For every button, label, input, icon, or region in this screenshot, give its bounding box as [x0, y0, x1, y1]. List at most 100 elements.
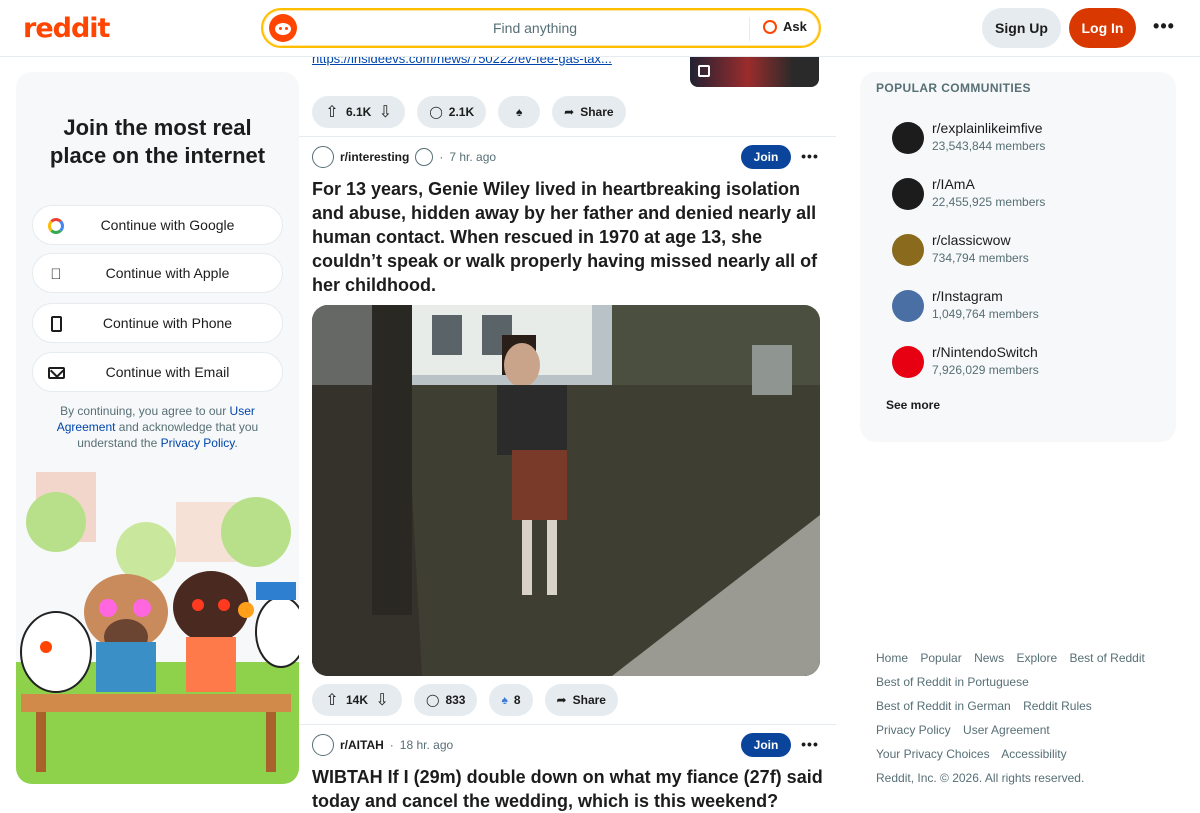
community-members: 734,794 members [932, 251, 1029, 265]
footer-link[interactable]: Best of Reddit in German [876, 699, 1011, 713]
downvote-icon[interactable]: ⇩ [374, 690, 390, 710]
sign-up-button[interactable]: Sign Up [982, 8, 1061, 48]
footer-link[interactable]: Home [876, 651, 908, 665]
upvote-icon[interactable]: ⇧ [324, 102, 340, 122]
award-button[interactable]: ♠ [498, 96, 541, 128]
continue-email-button[interactable]: Continue with Email [32, 352, 283, 392]
footer-link[interactable]: News [974, 651, 1004, 665]
reddit-logo[interactable]: reddit [23, 13, 110, 44]
post-title[interactable]: WIBTAH If I (29m) double down on what my… [312, 765, 824, 813]
footer-link[interactable]: User Agreement [963, 723, 1050, 737]
snoo-characters-illustration [16, 462, 299, 784]
community-members: 7,926,029 members [932, 363, 1039, 377]
upvote-icon[interactable]: ⇧ [324, 690, 340, 710]
comments-button[interactable]: ◯ 833 [414, 684, 478, 716]
email-icon [47, 364, 65, 382]
downvote-icon[interactable]: ⇩ [377, 102, 393, 122]
comment-icon: ◯ [426, 693, 440, 707]
auth-title: Join the most real place on the internet [49, 115, 266, 168]
community-item[interactable]: r/explainlikeimfive 23,543,844 members [892, 120, 1162, 156]
post-meta: r/interesting · 7 hr. ago [312, 145, 496, 169]
footer-link[interactable]: Popular [920, 651, 961, 665]
vote-control: ⇧ 14K ⇩ [312, 684, 403, 716]
phone-icon [47, 315, 65, 333]
subreddit-icon[interactable] [312, 146, 334, 168]
post-actions: ⇧ 6.1K ⇩ ◯ 2.1K ♠ ➦ Share [312, 96, 626, 128]
subreddit-name[interactable]: r/interesting [340, 150, 409, 164]
legal-suffix: . [234, 436, 238, 450]
community-members: 1,049,764 members [932, 307, 1039, 321]
apple-icon:  [47, 265, 65, 283]
top-header: reddit Find anything Ask Sign Up Log In … [0, 0, 1200, 57]
community-item[interactable]: r/NintendoSwitch 7,926,029 members [892, 344, 1162, 380]
community-item[interactable]: r/classicwow 734,794 members [892, 232, 1162, 268]
privacy-policy-link[interactable]: Privacy Policy [161, 436, 235, 450]
community-name: r/explainlikeimfive [932, 120, 1043, 136]
previous-post-thumbnail[interactable] [690, 57, 819, 87]
post-age: 18 hr. ago [399, 738, 454, 752]
comment-count: 2.1K [448, 105, 475, 119]
community-avatar [892, 178, 924, 210]
subreddit-icon[interactable] [312, 734, 334, 756]
community-name: r/classicwow [932, 232, 1011, 248]
footer-link[interactable]: Accessibility [1001, 747, 1066, 761]
footer-links: Home Popular News Explore Best of Reddit… [876, 646, 1176, 790]
share-button[interactable]: ➦ Share [544, 684, 618, 716]
footer-link[interactable]: Reddit Rules [1023, 699, 1092, 713]
post-actions: ⇧ 14K ⇩ ◯ 833 ♠ 8 ➦ Share [312, 684, 618, 716]
comment-icon: ◯ [429, 105, 443, 119]
post-video[interactable] [312, 305, 820, 676]
panel-title: POPULAR COMMUNITIES [876, 81, 1031, 95]
search-divider [749, 17, 750, 41]
award-icon: ♠ [501, 693, 508, 707]
auth-button-label: Continue with Email [105, 364, 230, 380]
share-label: Share [572, 693, 606, 707]
subreddit-name[interactable]: r/AITAH [340, 738, 384, 752]
auth-button-label: Continue with Phone [102, 315, 233, 331]
vote-control: ⇧ 6.1K ⇩ [312, 96, 406, 128]
more-options-icon[interactable]: ••• [1152, 17, 1176, 38]
comments-button[interactable]: ◯ 2.1K [417, 96, 487, 128]
community-avatar [892, 234, 924, 266]
continue-apple-button[interactable]:  Continue with Apple [32, 253, 283, 293]
community-name: r/IAmA [932, 176, 975, 192]
popular-communities-panel: POPULAR COMMUNITIES r/explainlikeimfive … [860, 72, 1176, 442]
snoo-icon [269, 14, 297, 42]
footer-link[interactable]: Explore [1016, 651, 1057, 665]
log-in-button[interactable]: Log In [1069, 8, 1136, 48]
vote-count: 14K [346, 693, 369, 707]
footer-link[interactable]: Privacy Policy [876, 723, 951, 737]
post-feed: https://insideevs.com/news/750222/ev-fee… [299, 51, 836, 811]
post-more-icon[interactable]: ••• [800, 736, 820, 756]
meta-dot: · [439, 150, 444, 164]
search-bar[interactable]: Find anything Ask [261, 8, 821, 48]
award-button[interactable]: ♠ 8 [489, 684, 533, 716]
join-button[interactable]: Join [741, 145, 791, 169]
ask-label: Ask [783, 19, 807, 34]
community-avatar [892, 346, 924, 378]
join-button[interactable]: Join [741, 733, 791, 757]
see-more-button[interactable]: See more [886, 398, 940, 412]
footer-link[interactable]: Your Privacy Choices [876, 747, 990, 761]
comment-count: 833 [445, 693, 466, 707]
community-avatar [892, 122, 924, 154]
community-item[interactable]: r/Instagram 1,049,764 members [892, 288, 1162, 324]
share-icon: ➦ [556, 693, 567, 707]
post-more-icon[interactable]: ••• [800, 148, 820, 168]
continue-phone-button[interactable]: Continue with Phone [32, 303, 283, 343]
ask-button[interactable]: Ask [763, 19, 807, 34]
footer-link[interactable]: Best of Reddit in Portuguese [876, 675, 1029, 689]
community-item[interactable]: r/IAmA 22,455,925 members [892, 176, 1162, 212]
share-button[interactable]: ➦ Share [552, 96, 626, 128]
search-input[interactable]: Find anything [493, 20, 577, 36]
ask-icon [763, 19, 777, 34]
auth-button-label: Continue with Apple [105, 265, 230, 281]
copyright: Reddit, Inc. © 2026. All rights reserved… [876, 771, 1085, 785]
continue-google-button[interactable]: Continue with Google [32, 205, 283, 245]
post-divider [299, 136, 836, 137]
legal-prefix: By continuing, you agree to our [60, 404, 227, 418]
footer-link[interactable]: Best of Reddit [1069, 651, 1144, 665]
post-title[interactable]: For 13 years, Genie Wiley lived in heart… [312, 177, 824, 297]
vote-count: 6.1K [346, 105, 372, 119]
post-divider [299, 724, 836, 725]
